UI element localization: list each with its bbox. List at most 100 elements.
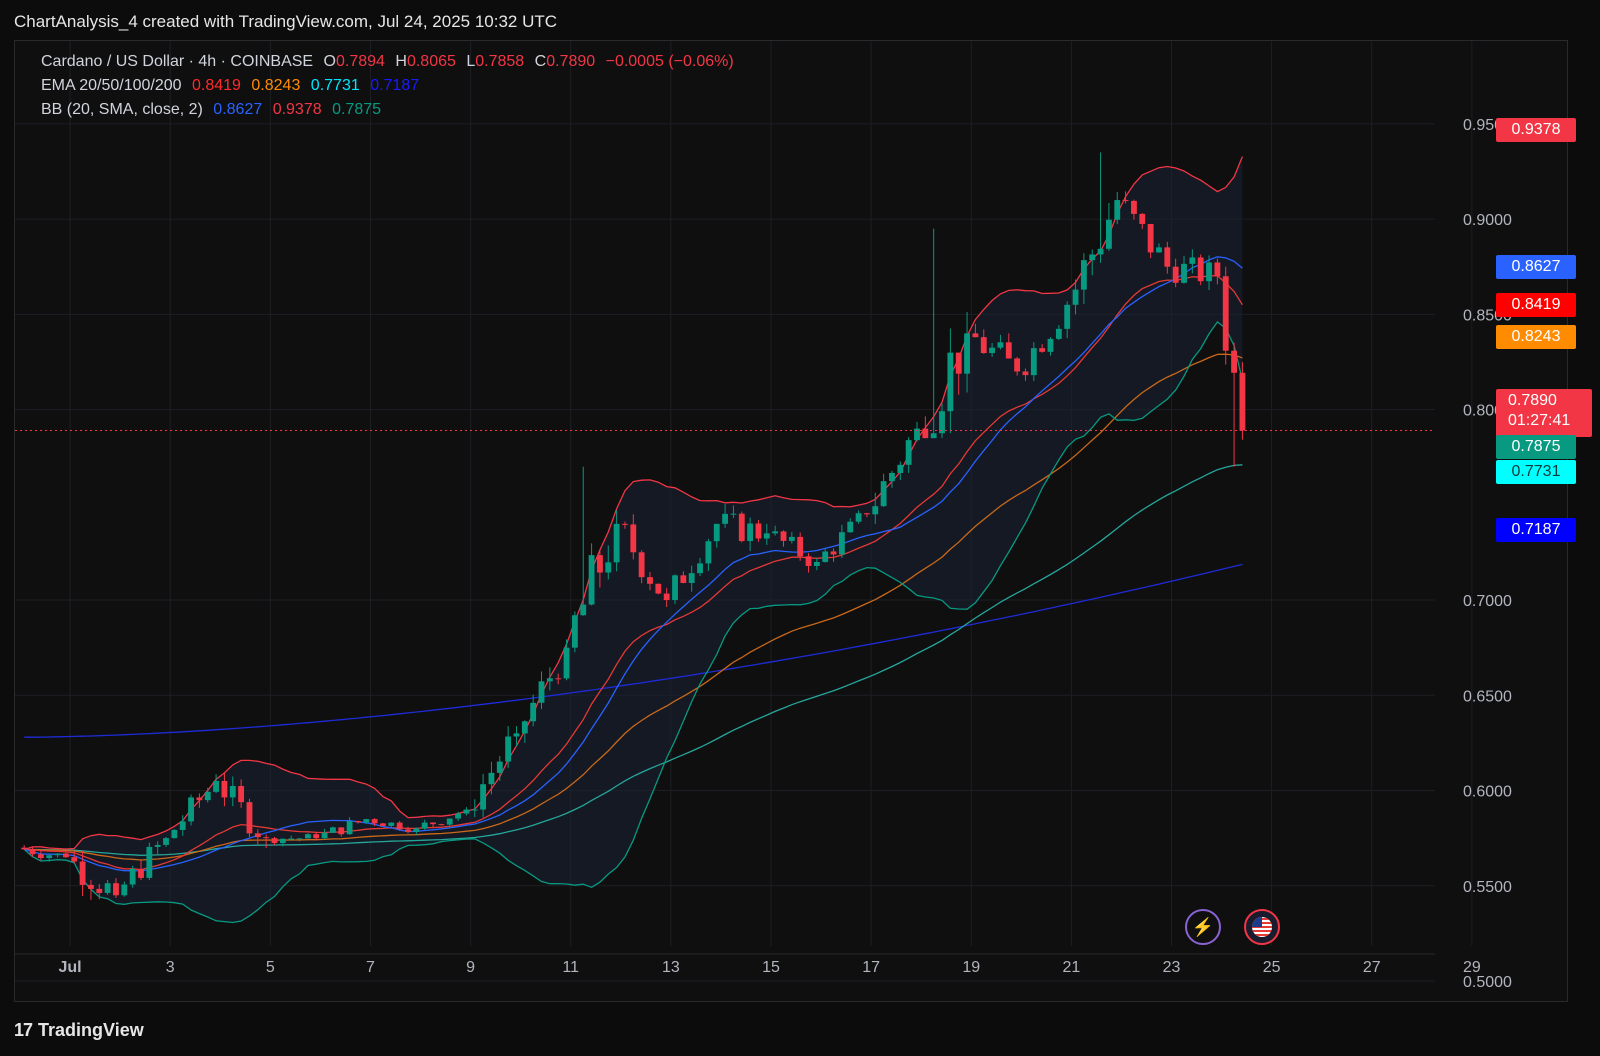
candlestick-chart[interactable]: 0.95000.90000.85000.80000.70000.65000.60… xyxy=(15,41,1567,1001)
x-tick-label: 5 xyxy=(266,959,275,976)
y-tick-label: 0.6500 xyxy=(1463,688,1512,705)
candle-body xyxy=(455,813,461,819)
candle-body xyxy=(371,819,378,824)
x-tick-label: 13 xyxy=(662,959,680,976)
bb-label[interactable]: BB (20, SMA, close, 2) xyxy=(41,101,203,118)
candle-body xyxy=(830,551,837,555)
candle-body xyxy=(413,828,420,832)
x-tick-label: 29 xyxy=(1463,959,1481,976)
us-flag-icon[interactable] xyxy=(1244,909,1280,945)
symbol-title[interactable]: Cardano / US Dollar · 4h · COINBASE xyxy=(41,53,313,70)
candle-body xyxy=(1072,289,1079,305)
candle-body xyxy=(279,838,286,844)
x-tick-label: 11 xyxy=(562,959,579,976)
candle-body xyxy=(697,563,703,574)
candle-body xyxy=(113,883,119,896)
bb-basis-value: 0.8627 xyxy=(213,101,263,118)
candle-body xyxy=(1172,266,1179,283)
candle-body xyxy=(1064,304,1071,329)
candle-body xyxy=(588,555,595,605)
candle-body xyxy=(346,821,353,835)
candle-body xyxy=(955,352,962,374)
lightning-event-icon[interactable]: ⚡ xyxy=(1185,909,1221,945)
candle-body xyxy=(188,797,194,822)
bb-upper-value: 0.9378 xyxy=(272,101,322,118)
tradingview-logo[interactable]: 17 TradingView xyxy=(14,1020,144,1041)
x-tick-label: 17 xyxy=(862,959,880,976)
x-tick-label: 23 xyxy=(1163,959,1181,976)
candle-body xyxy=(505,736,512,762)
candle-body xyxy=(672,575,678,601)
candle-body xyxy=(530,702,537,722)
candle-body xyxy=(1047,338,1054,352)
candle-body xyxy=(730,513,737,515)
candle-body xyxy=(880,481,887,507)
candle-body xyxy=(638,552,645,578)
price-change: −0.0005 (−0.06%) xyxy=(605,53,734,70)
bb-basis-price-tag: 0.8627 xyxy=(1496,255,1576,279)
candle-body xyxy=(1055,328,1062,339)
candle-body xyxy=(1181,263,1187,283)
close-label: C xyxy=(534,53,547,70)
candle-body xyxy=(321,832,328,839)
candle-body xyxy=(1231,350,1237,373)
y-tick-label: 0.5000 xyxy=(1463,974,1512,991)
candle-body xyxy=(229,785,236,798)
x-tick-label: 7 xyxy=(366,959,375,976)
candle-body xyxy=(1206,262,1212,282)
x-tick-label: 25 xyxy=(1263,959,1281,976)
ema20-value: 0.8419 xyxy=(192,77,241,94)
bb-legend[interactable]: BB (20, SMA, close, 2) 0.8627 0.9378 0.7… xyxy=(41,101,387,119)
candle-body xyxy=(538,681,545,703)
candle-body xyxy=(1139,213,1146,224)
candle-body xyxy=(1039,348,1046,352)
candle-body xyxy=(496,761,503,773)
y-tick-label: 0.5500 xyxy=(1463,879,1512,896)
candle-body xyxy=(939,411,945,434)
candle-body xyxy=(755,523,762,539)
candle-body xyxy=(571,615,578,648)
candle-body xyxy=(37,854,44,859)
close-value: 0.7890 xyxy=(546,53,596,70)
candle-body xyxy=(146,846,153,878)
candle-body xyxy=(421,822,428,829)
candle-body xyxy=(513,733,520,737)
ema-legend[interactable]: EMA 20/50/100/200 0.8419 0.8243 0.7731 0… xyxy=(41,77,425,95)
candle-body xyxy=(296,838,303,840)
candle-body xyxy=(488,772,495,785)
candle-body xyxy=(722,513,729,524)
candle-body xyxy=(104,883,111,893)
candle-body xyxy=(655,583,662,594)
candle-body xyxy=(71,857,78,862)
candle-body xyxy=(463,809,470,814)
ema-label[interactable]: EMA 20/50/100/200 xyxy=(41,77,182,94)
candle-body xyxy=(763,533,770,539)
tradingview-brand: TradingView xyxy=(38,1020,144,1040)
candle-body xyxy=(1005,342,1012,359)
candle-body xyxy=(1122,200,1129,202)
candle-body xyxy=(647,577,653,584)
bb-upper-price-tag: 0.9378 xyxy=(1496,118,1576,142)
candle-body xyxy=(546,678,553,682)
candle-body xyxy=(738,513,745,542)
candle-body xyxy=(438,824,445,826)
x-tick-label: Jul xyxy=(59,959,82,976)
candle-body xyxy=(1105,219,1112,249)
candle-body xyxy=(1214,262,1221,277)
candle-body xyxy=(380,823,386,826)
candle-body xyxy=(805,556,812,566)
symbol-legend[interactable]: Cardano / US Dollar · 4h · COINBASE O0.7… xyxy=(41,53,740,71)
candle-body xyxy=(980,337,987,354)
candle-body xyxy=(62,853,69,858)
candle-body xyxy=(772,531,779,534)
ema50-value: 0.8243 xyxy=(251,77,301,94)
candle-body xyxy=(1156,247,1162,253)
y-tick-label: 0.9000 xyxy=(1463,212,1512,229)
tradingview-mark-icon: 17 xyxy=(14,1020,33,1040)
chart-panel[interactable]: 0.9500 0.9000 0.8500 0.8000 0.7000 0.6500 0.60… xyxy=(14,40,1592,1002)
high-value: 0.8065 xyxy=(406,53,456,70)
candle-body xyxy=(246,802,253,834)
candle-body xyxy=(1030,348,1037,376)
x-tick-label: 27 xyxy=(1363,959,1381,976)
candle-body xyxy=(613,523,620,563)
